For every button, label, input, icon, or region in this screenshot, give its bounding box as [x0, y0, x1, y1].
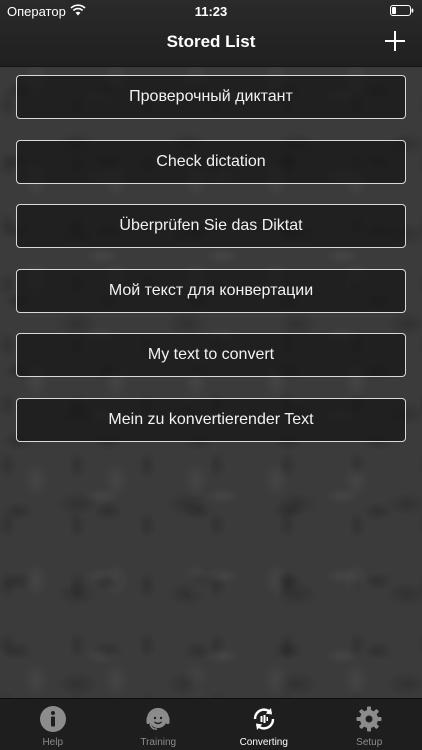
list-item-label: My text to convert	[147, 346, 275, 363]
list-item-label: Mein zu konvertierender Text	[108, 410, 314, 428]
list-item[interactable]: Проверочный диктант	[16, 75, 406, 119]
list-item-label: Мой текст для конвертации	[108, 281, 314, 299]
page-title: Stored List	[166, 32, 256, 51]
tab-label: Setup	[356, 737, 383, 748]
clock: 11:23	[194, 4, 228, 19]
tab-label: Converting	[239, 737, 288, 748]
tab-help[interactable]: Help	[0, 699, 106, 750]
add-item-button[interactable]	[384, 30, 406, 52]
status-bar: Оператор 11:23	[0, 0, 422, 22]
list-item[interactable]: Мой текст для конвертации	[16, 268, 406, 313]
tab-bar: Help Training Converting Setup	[0, 698, 422, 750]
info-icon	[39, 706, 66, 732]
battery-icon	[390, 5, 414, 16]
list-item-label: Überprüfen Sie das Diktat	[119, 217, 303, 234]
headset-face-icon	[146, 707, 170, 730]
list-item[interactable]: Check dictation	[16, 139, 406, 184]
plus-icon	[385, 31, 405, 51]
tab-converting[interactable]: Converting	[211, 699, 317, 750]
stored-list: Проверочный диктант Check dictation Über…	[16, 75, 406, 462]
list-item-label: Check dictation	[156, 152, 266, 170]
list-item[interactable]: Mein zu konvertierender Text	[16, 397, 406, 442]
tab-setup[interactable]: Setup	[317, 699, 422, 750]
top-bar: Оператор 11:23 Stored List	[0, 0, 422, 67]
list-item-label: Проверочный диктант	[129, 88, 293, 105]
tab-training[interactable]: Training	[106, 699, 212, 750]
gear-icon	[356, 706, 382, 732]
tab-label: Help	[42, 737, 64, 748]
list-item[interactable]: My text to convert	[16, 333, 406, 377]
tab-label: Training	[140, 737, 177, 748]
convert-icon	[253, 708, 274, 730]
list-item[interactable]: Überprüfen Sie das Diktat	[16, 204, 406, 248]
